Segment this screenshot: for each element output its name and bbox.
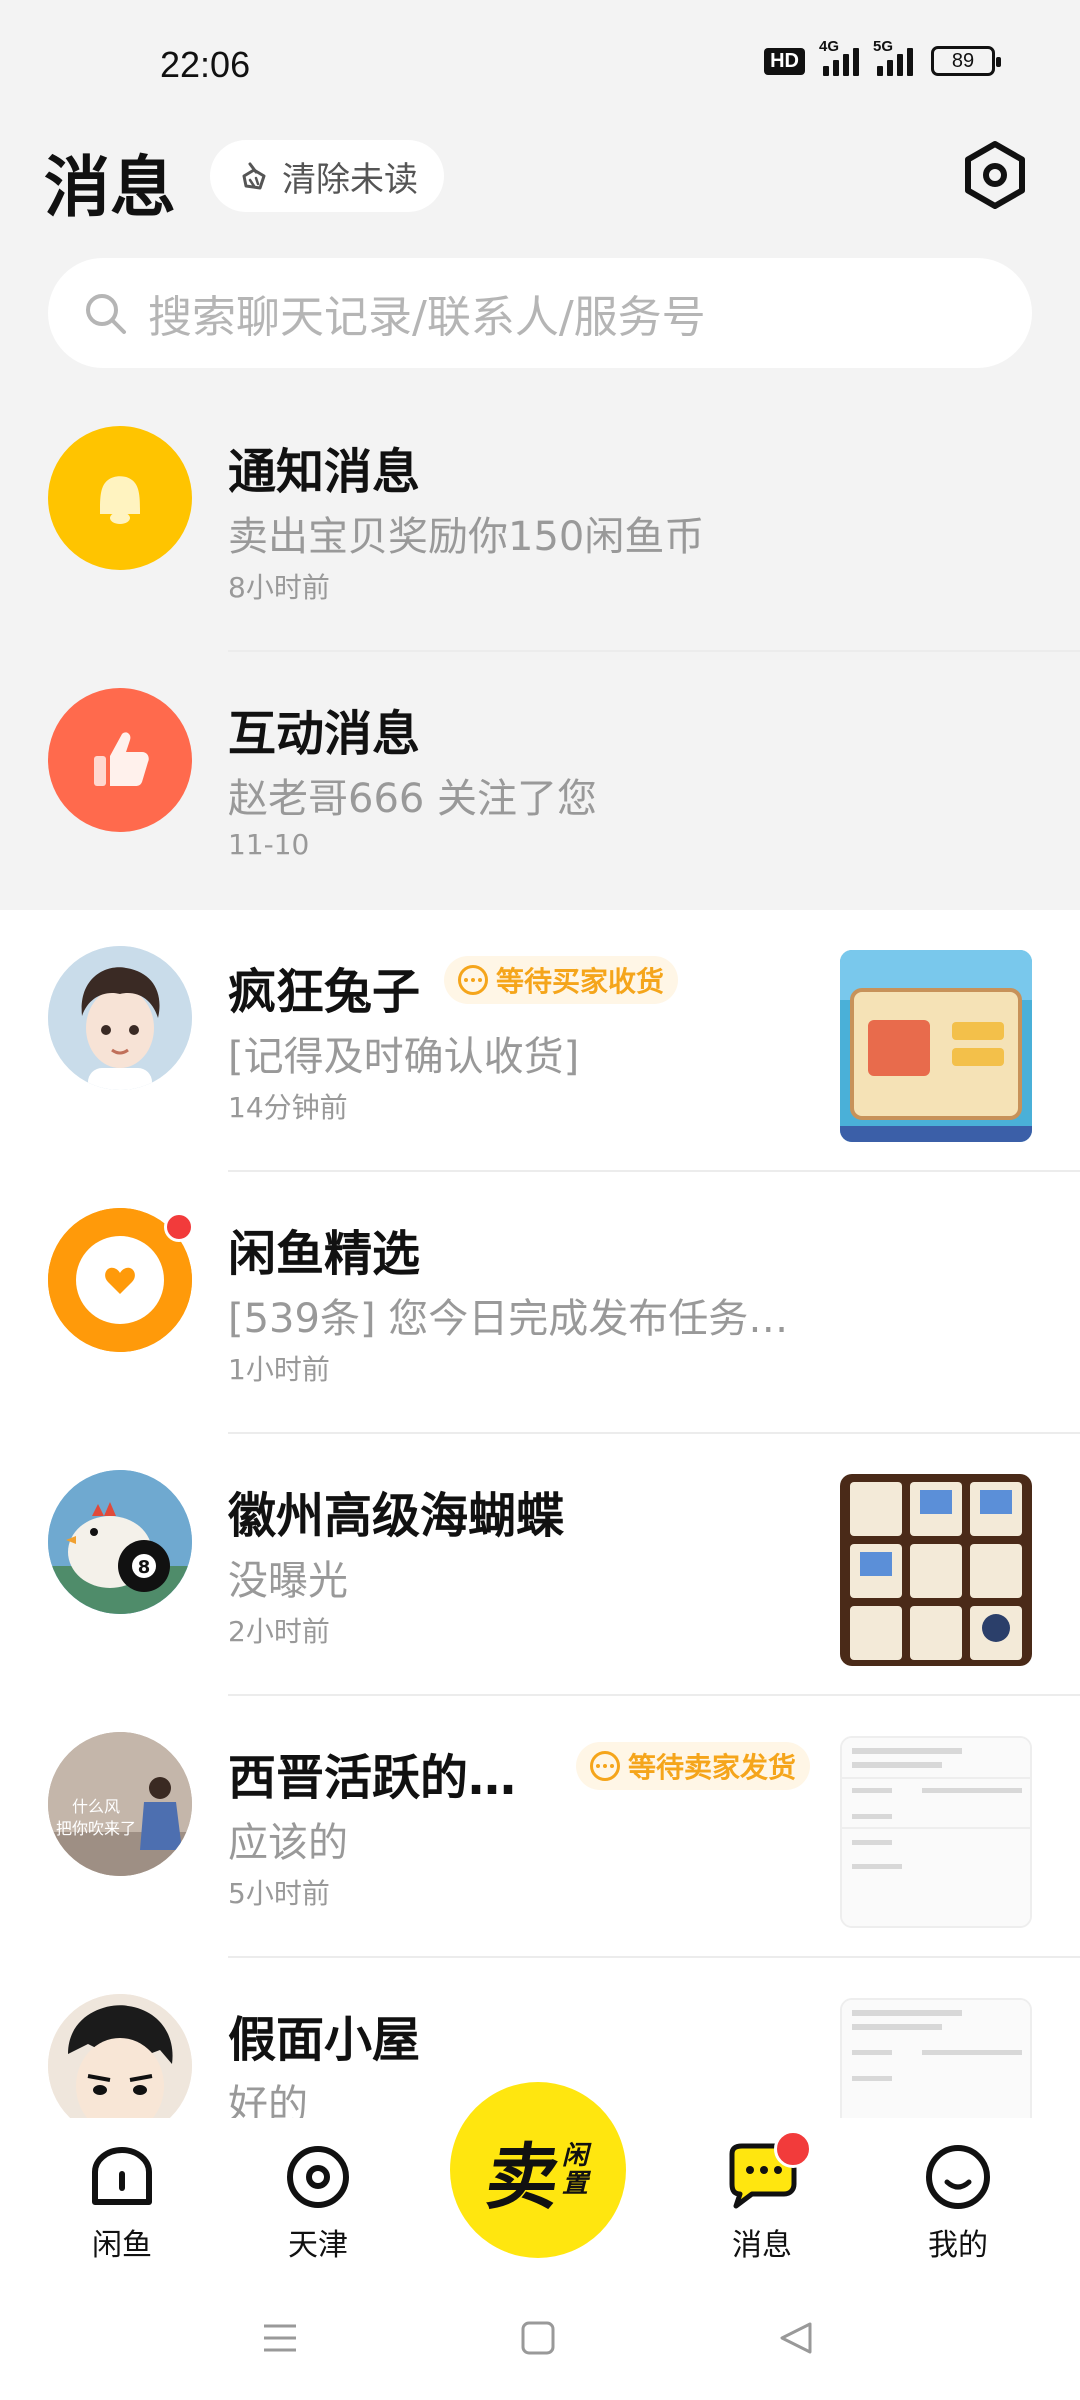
conversation-preview: 赵老哥666 关注了您 xyxy=(228,776,598,822)
conversation-preview: 没曝光 xyxy=(228,1558,348,1604)
conversation-time: 5小时前 xyxy=(228,1877,330,1910)
list-item-notifications[interactable]: 通知消息 卖出宝贝奖励你150闲鱼币 8小时前 xyxy=(0,390,1080,652)
list-item[interactable]: 什么风 把你吹来了 西晋活跃的… 等待卖家发货 应该的 5小时前 xyxy=(0,1696,1080,1958)
menu-icon[interactable] xyxy=(260,2318,300,2358)
nav-me[interactable]: 我的 xyxy=(898,2142,1018,2264)
system-section: 通知消息 卖出宝贝奖励你150闲鱼币 8小时前 互动消息 赵老哥666 关注了您… xyxy=(0,390,1080,914)
child-photo-avatar-icon: 什么风 把你吹来了 xyxy=(48,1732,192,1876)
search-input[interactable]: 搜索聊天记录/联系人/服务号 xyxy=(48,258,1032,368)
conversation-preview: [539条] 您今日完成发布任务… xyxy=(228,1296,789,1342)
search-icon xyxy=(86,294,126,334)
avatar xyxy=(48,1208,194,1352)
signal-5g-icon: 5G xyxy=(873,38,913,76)
nav-city-label: 天津 xyxy=(288,2228,348,2263)
more-dots-icon xyxy=(458,965,488,995)
item-thumbnail[interactable] xyxy=(840,1474,1032,1666)
search-placeholder: 搜索聊天记录/联系人/服务号 xyxy=(148,292,706,343)
nav-home[interactable]: 闲鱼 xyxy=(62,2142,182,2264)
smile-face-icon xyxy=(926,2145,990,2209)
anime-face-avatar-icon xyxy=(48,1994,192,2118)
clear-unread-button[interactable]: 清除未读 xyxy=(210,140,444,212)
list-item-interactions[interactable]: 互动消息 赵老哥666 关注了您 11-10 xyxy=(0,652,1080,914)
nav-messages[interactable]: 消息 xyxy=(702,2130,822,2264)
unread-dot xyxy=(164,1212,194,1242)
status-bar: 22:06 HD 4G 5G 89 xyxy=(0,0,1080,140)
sell-label: 卖 xyxy=(481,2133,566,2219)
avatar xyxy=(48,946,192,1090)
home-icon xyxy=(92,2147,152,2205)
conversation-name: 假面小屋 xyxy=(228,2012,421,2068)
svg-text:把你吹来了: 把你吹来了 xyxy=(56,1819,136,1838)
system-icons: HD 4G 5G 89 xyxy=(764,38,1001,76)
sell-sublabel: 闲 置 xyxy=(562,2141,589,2199)
game-screenshot-thumbnail xyxy=(840,950,1032,1142)
sell-button[interactable]: 卖 闲 置 xyxy=(450,2082,626,2258)
bottom-nav: 闲鱼 天津 卖 闲 置 消息 我的 xyxy=(0,2082,1080,2278)
conversation-time: 14分钟前 xyxy=(228,1091,348,1124)
conversation-name: 互动消息 xyxy=(228,706,421,762)
conversation-time: 11-10 xyxy=(228,828,310,861)
notification-avatar xyxy=(48,426,192,570)
order-screenshot-thumbnail xyxy=(842,1738,1030,1926)
clear-unread-label: 清除未读 xyxy=(282,159,418,200)
interaction-avatar xyxy=(48,688,192,832)
back-triangle-icon[interactable] xyxy=(776,2318,816,2358)
avatar xyxy=(48,1994,192,2118)
broom-icon xyxy=(242,162,266,190)
conversation-section: 疯狂兔子 等待买家收货 [记得及时确认收货] 14分钟前 闲鱼精选 [539条]… xyxy=(0,910,1080,2118)
list-item[interactable]: 闲鱼精选 [539条] 您今日完成发布任务… 1小时前 xyxy=(0,1172,1080,1434)
header: 消息 清除未读 xyxy=(0,130,1080,240)
nav-me-label: 我的 xyxy=(928,2228,988,2263)
settings-icon[interactable] xyxy=(960,140,1030,210)
messages-unread-dot xyxy=(774,2130,812,2168)
nav-home-label: 闲鱼 xyxy=(92,2228,152,2263)
conversation-name: 闲鱼精选 xyxy=(228,1226,421,1282)
conversation-preview: 好的 xyxy=(228,2082,308,2118)
hd-icon: HD xyxy=(764,47,805,75)
conversation-name: 疯狂兔子 xyxy=(228,964,421,1020)
conversation-name: 徽州高级海蝴蝶 xyxy=(228,1488,565,1544)
list-item[interactable]: 疯狂兔子 等待买家收货 [记得及时确认收货] 14分钟前 xyxy=(0,910,1080,1172)
item-thumbnail[interactable] xyxy=(840,1998,1032,2118)
product-grid-thumbnail xyxy=(840,1474,1032,1666)
order-screenshot-thumbnail xyxy=(842,2000,1030,2118)
conversation-preview: [记得及时确认收货] xyxy=(228,1034,580,1080)
home-square-icon[interactable] xyxy=(518,2318,558,2358)
chicken-billiard-avatar-icon: 8 xyxy=(48,1470,192,1614)
item-thumbnail[interactable] xyxy=(840,1736,1032,1928)
signal-4g-icon: 4G xyxy=(819,38,859,76)
status-badge: 等待卖家发货 xyxy=(576,1742,811,1790)
svg-text:什么风: 什么风 xyxy=(72,1797,120,1816)
svg-text:8: 8 xyxy=(138,1557,151,1578)
battery-icon: 89 xyxy=(931,46,1001,76)
list-item[interactable]: 8 徽州高级海蝴蝶 没曝光 2小时前 xyxy=(0,1434,1080,1696)
conversation-preview: 卖出宝贝奖励你150闲鱼币 xyxy=(228,514,705,560)
cartoon-boy-avatar-icon xyxy=(48,946,192,1090)
more-dots-icon xyxy=(590,1751,620,1781)
location-icon xyxy=(287,2146,349,2208)
message-list: 通知消息 卖出宝贝奖励你150闲鱼币 8小时前 互动消息 赵老哥666 关注了您… xyxy=(0,390,1080,914)
item-thumbnail[interactable] xyxy=(840,950,1032,1142)
nav-messages-label: 消息 xyxy=(732,2228,792,2263)
conversation-name: 西晋活跃的… xyxy=(228,1750,517,1806)
avatar: 8 xyxy=(48,1470,192,1614)
page-title: 消息 xyxy=(44,149,176,226)
status-time: 22:06 xyxy=(160,44,251,85)
bell-icon xyxy=(100,476,140,524)
conversation-time: 8小时前 xyxy=(228,571,330,604)
conversation-time: 2小时前 xyxy=(228,1615,330,1648)
system-nav-bar xyxy=(0,2278,1080,2400)
conversation-name: 通知消息 xyxy=(228,444,421,500)
nav-city[interactable]: 天津 xyxy=(258,2142,378,2264)
conversation-preview: 应该的 xyxy=(228,1820,348,1866)
status-badge: 等待买家收货 xyxy=(444,956,679,1004)
conversation-time: 1小时前 xyxy=(228,1353,330,1386)
avatar: 什么风 把你吹来了 xyxy=(48,1732,192,1876)
thumbs-up-icon xyxy=(94,732,149,786)
